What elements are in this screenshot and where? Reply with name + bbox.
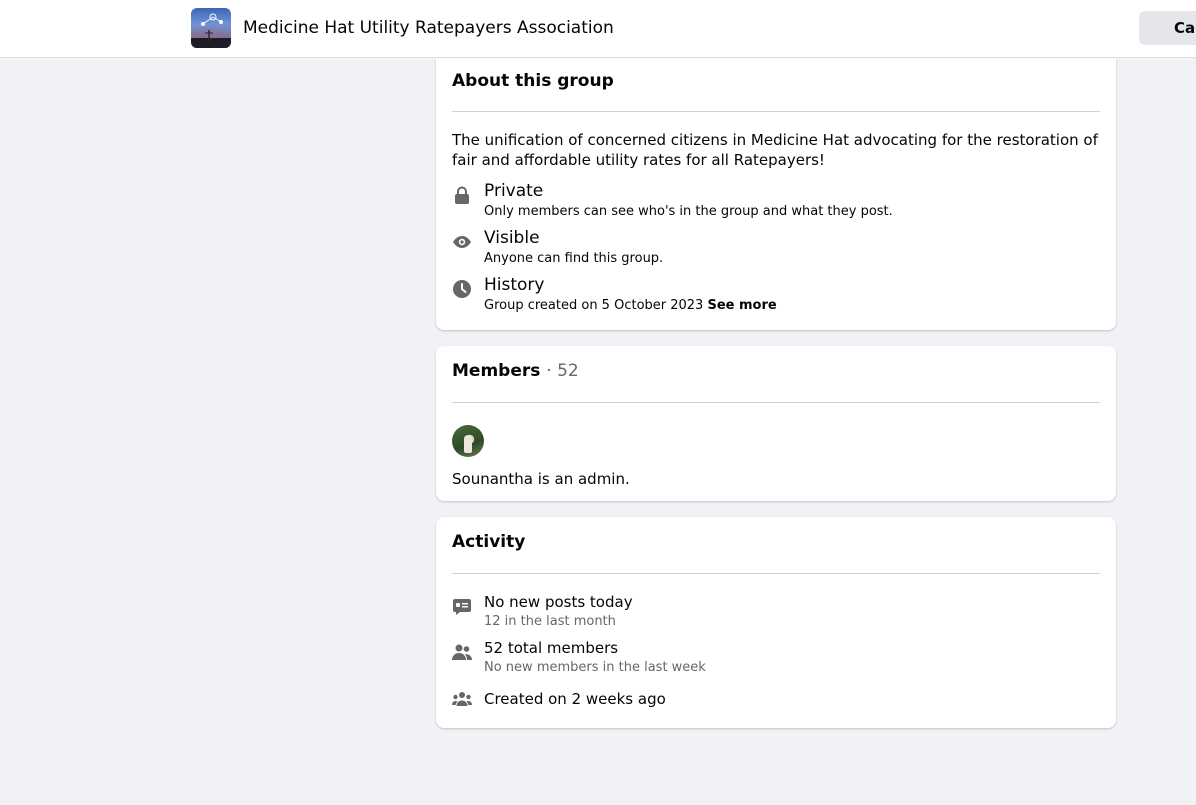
clock-icon <box>452 279 472 299</box>
activity-card: Activity No new posts today 12 in the la… <box>436 517 1116 728</box>
group-icon <box>452 689 472 709</box>
two-people-icon <box>452 642 472 662</box>
members-card: Members · 52 Sounantha is an admin. <box>436 346 1116 501</box>
top-bar: Medicine Hat Utility Ratepayers Associat… <box>0 0 1196 58</box>
divider <box>452 402 1100 403</box>
activity-title: Activity <box>452 532 526 552</box>
members-title: Members <box>452 361 541 381</box>
see-more-link[interactable]: See more <box>707 298 776 313</box>
created-title: Created on 2 weeks ago <box>484 690 666 708</box>
posts-title: No new posts today <box>484 593 633 611</box>
members-title-line[interactable]: Members · 52 <box>452 360 579 382</box>
total-members-sub: No new members in the last week <box>484 660 706 675</box>
about-card: About this group The unification of conc… <box>436 58 1116 330</box>
eye-icon <box>452 232 472 252</box>
group-thumbnail-art <box>191 13 231 48</box>
lock-icon <box>452 185 472 205</box>
group-name[interactable]: Medicine Hat Utility Ratepayers Associat… <box>243 18 614 38</box>
history-line: Group created on 5 October 2023 See more <box>484 298 777 314</box>
admin-avatar[interactable] <box>452 425 484 457</box>
admin-text: Sounantha is an admin. <box>452 470 630 488</box>
visibility-title: Visible <box>484 228 540 248</box>
cancel-button[interactable]: Cancel <box>1139 11 1196 45</box>
divider <box>452 111 1100 112</box>
chat-bubble-icon <box>452 597 472 617</box>
visibility-text: Anyone can find this group. <box>484 251 664 266</box>
history-title: History <box>484 275 545 295</box>
history-text: Group created on 5 October 2023 <box>484 298 704 313</box>
total-members-title: 52 total members <box>484 639 619 657</box>
privacy-title: Private <box>484 181 544 201</box>
divider <box>452 573 1100 574</box>
group-thumbnail[interactable] <box>191 8 231 48</box>
group-description: The unification of concerned citizens in… <box>452 131 1098 169</box>
posts-sub: 12 in the last month <box>484 614 616 629</box>
members-count: · 52 <box>546 361 579 381</box>
privacy-text: Only members can see who's in the group … <box>484 204 893 219</box>
about-title: About this group <box>452 71 614 91</box>
